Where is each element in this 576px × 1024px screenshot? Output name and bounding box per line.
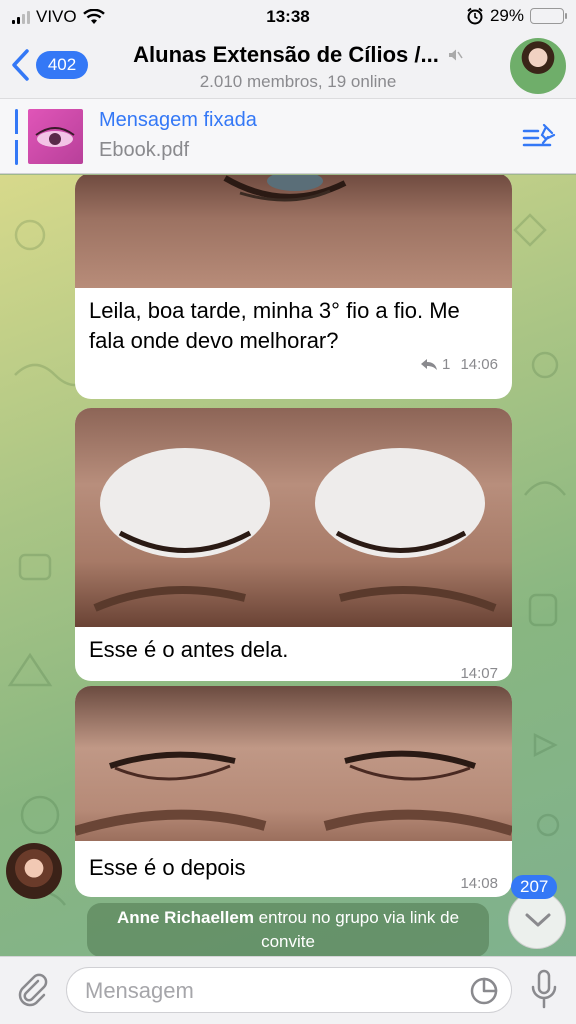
message-bubble[interactable]: Leila, boa tarde, minha 3° fio a fio. Me… <box>75 175 512 399</box>
chat-title-area[interactable]: Alunas Extensão de Cílios /... 2.010 mem… <box>112 42 484 92</box>
alarm-icon <box>467 7 483 25</box>
joined-user-name[interactable]: Anne Richaellem <box>117 908 254 927</box>
status-bar: VIVO 13:38 29% <box>0 0 576 34</box>
message-bubble[interactable]: Esse é o antes dela. 14:07 <box>75 408 512 681</box>
message-bubble[interactable]: Esse é o depois 14:08 <box>75 686 512 897</box>
battery-icon <box>530 8 567 24</box>
paperclip-icon[interactable] <box>14 971 50 1007</box>
message-composer <box>0 956 576 1024</box>
scroll-to-bottom-button[interactable] <box>508 891 566 949</box>
microphone-icon[interactable] <box>530 969 558 1009</box>
chevron-left-icon <box>12 49 29 81</box>
speaker-muted-icon <box>448 49 463 61</box>
message-photo[interactable] <box>75 686 512 841</box>
chat-header: 402 Alunas Extensão de Cílios /... 2.010… <box>0 34 576 98</box>
pinned-title: Mensagem fixada <box>99 109 257 131</box>
pinned-list-icon[interactable] <box>522 121 556 151</box>
pinned-message[interactable]: Mensagem fixada Ebook.pdf <box>0 98 576 174</box>
sender-avatar[interactable] <box>6 843 62 899</box>
reply-arrow-icon <box>420 359 437 370</box>
pinned-thumbnail <box>28 109 83 164</box>
group-avatar[interactable] <box>510 38 566 94</box>
unread-messages-badge: 207 <box>511 875 558 899</box>
unread-count-badge: 402 <box>36 51 88 79</box>
message-photo[interactable] <box>75 175 512 288</box>
pinned-file-name: Ebook.pdf <box>99 139 190 161</box>
service-message: Anne Richaellem entrou no grupo via link… <box>87 903 489 956</box>
sticker-icon[interactable] <box>469 976 499 1006</box>
back-button[interactable]: 402 <box>10 48 88 82</box>
message-text: Leila, boa tarde, minha 3° fio a fio. Me… <box>89 298 460 353</box>
message-input-container <box>66 967 512 1013</box>
message-time: 14:07 <box>460 665 498 681</box>
chat-history[interactable]: Leila, boa tarde, minha 3° fio a fio. Me… <box>0 175 576 956</box>
message-input[interactable] <box>85 976 445 1006</box>
reply-count: 1 <box>441 356 451 373</box>
chat-subtitle: 2.010 membros, 19 online <box>199 72 397 91</box>
message-photo[interactable] <box>75 408 512 627</box>
pinned-indicator <box>15 109 18 165</box>
message-text: Esse é o antes dela. <box>89 637 289 662</box>
chevron-down-icon <box>525 913 551 927</box>
service-text: entrou no grupo via link de convite <box>253 908 460 951</box>
chat-title: Alunas Extensão de Cílios /... <box>133 42 439 67</box>
battery-percent: 29% <box>489 6 524 25</box>
message-time: 14:06 <box>460 356 498 373</box>
message-meta: 1 14:06 <box>75 356 512 379</box>
